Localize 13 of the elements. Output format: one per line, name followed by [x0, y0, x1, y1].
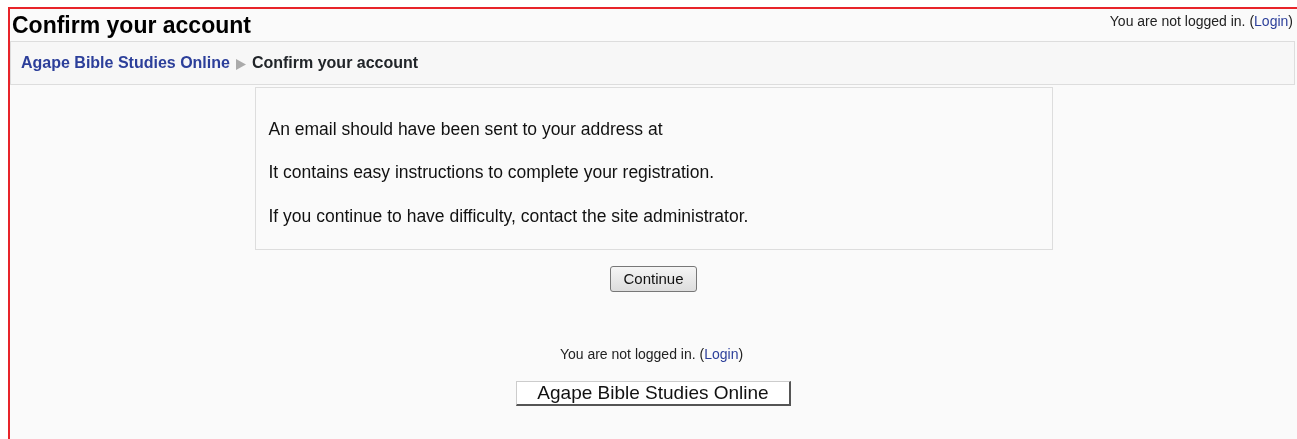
continue-button[interactable]: Continue: [610, 265, 697, 293]
breadcrumb-separator-icon: [235, 57, 246, 71]
login-link[interactable]: Login: [1254, 13, 1289, 29]
login-status: You are not logged in. (Login): [558, 345, 745, 365]
login-status: You are not logged in. (Login): [1109, 12, 1293, 31]
message-text: It contains easy instructions to complete your registration.: [268, 161, 715, 185]
home-button[interactable]: Agape Bible Studies Online: [516, 381, 791, 407]
message-text: An email should have been sent to your address at: [268, 118, 664, 141]
breadcrumb-current: Confirm your account: [251, 54, 419, 71]
breadcrumb-link[interactable]: Agape Bible Studies Online: [21, 54, 230, 71]
message-text: If you continue to have difficulty, contact the site administrator.: [268, 204, 750, 228]
login-link[interactable]: Login: [704, 346, 739, 363]
page-title: Confirm your account: [12, 14, 251, 37]
